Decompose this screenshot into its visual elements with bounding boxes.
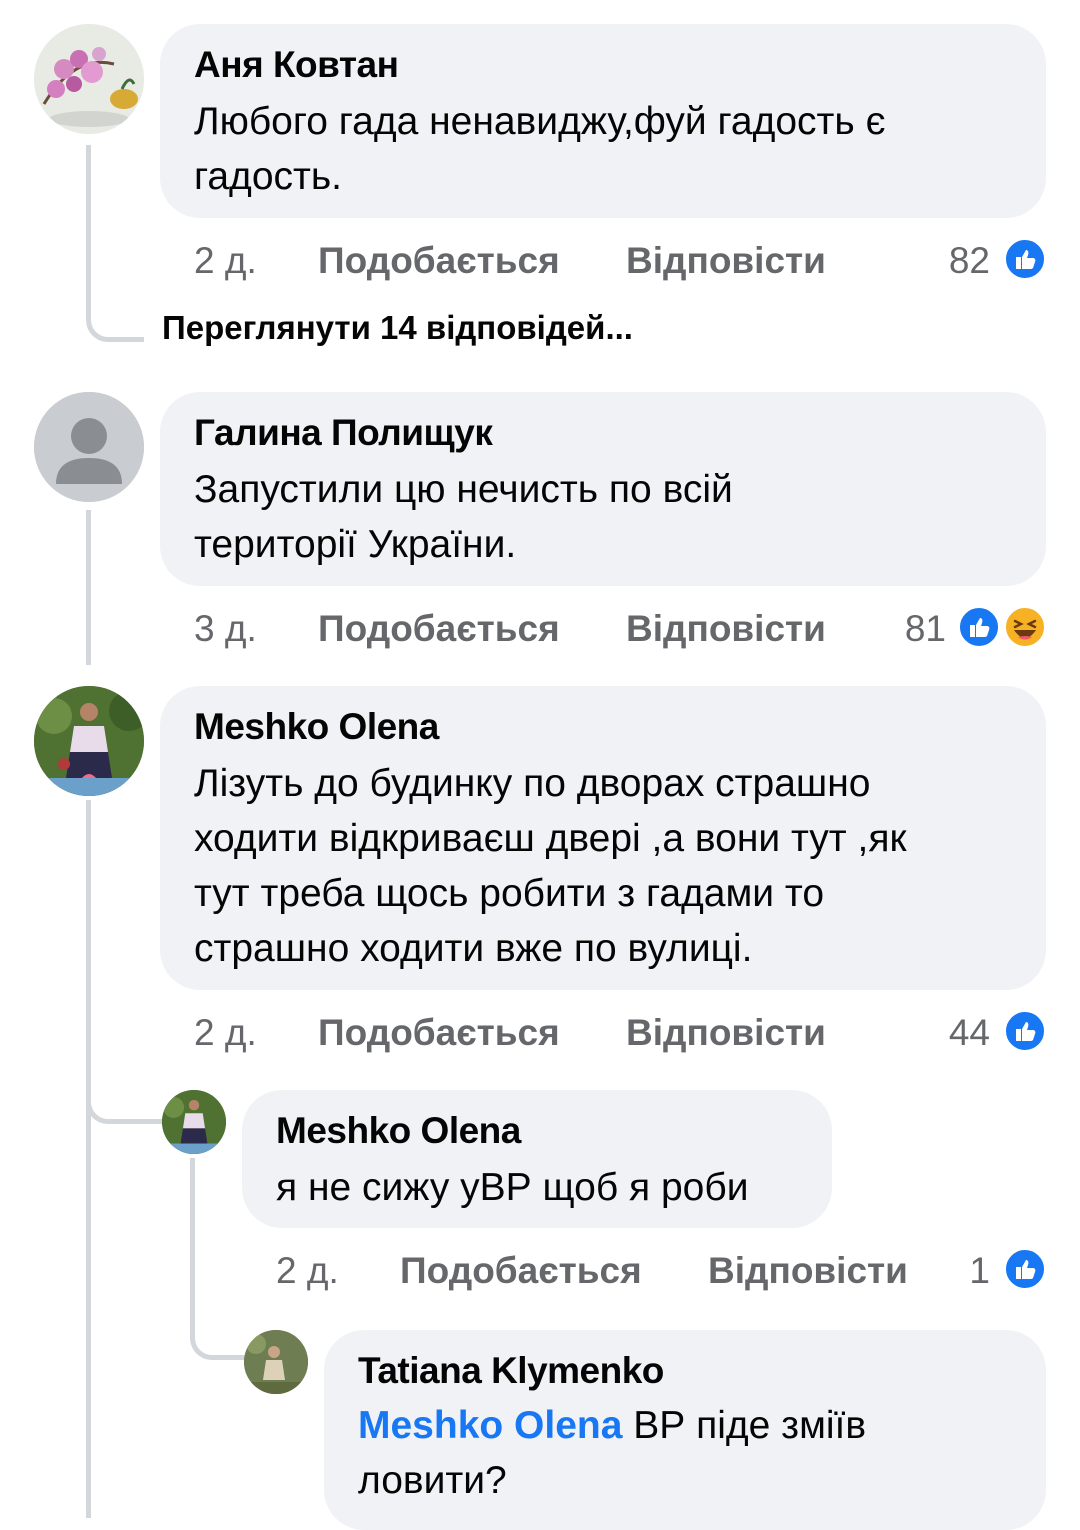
thread-line	[190, 1158, 195, 1318]
comment-text: Лізуть до будинку по дворах страшно ходи…	[194, 762, 907, 970]
avatar[interactable]	[244, 1330, 308, 1394]
thread-curve	[190, 1312, 248, 1360]
reaction-count[interactable]: 82	[930, 240, 990, 282]
avatar[interactable]	[34, 392, 144, 502]
comment-text: Запустили цю нечисть по всій території У…	[194, 468, 733, 566]
woman-photo-avatar-icon	[162, 1090, 226, 1154]
like-button[interactable]: Подобається	[318, 1012, 560, 1054]
avatar[interactable]	[162, 1090, 226, 1154]
comment-time[interactable]: 3 д.	[194, 608, 257, 650]
reply-button[interactable]: Відповісти	[626, 608, 826, 650]
thread-line	[86, 510, 91, 665]
like-icon	[1004, 238, 1046, 280]
comment-time[interactable]: 2 д.	[194, 1012, 257, 1054]
haha-icon	[1004, 606, 1046, 648]
reaction-count[interactable]: 81	[890, 608, 946, 650]
avatar[interactable]	[34, 24, 144, 134]
reply-author[interactable]: Meshko Olena	[276, 1110, 521, 1152]
reply-author[interactable]: Tatiana Klymenko	[358, 1350, 664, 1392]
thread-curve	[86, 1080, 162, 1124]
comment-text: Любого гада ненавиджу,фуй гадость є гадо…	[194, 100, 886, 198]
view-replies-link[interactable]: Переглянути 14 відповідей...	[162, 309, 633, 347]
comment-time[interactable]: 2 д.	[194, 240, 257, 282]
comment-author[interactable]: Аня Ковтан	[194, 44, 399, 86]
reply-button[interactable]: Відповісти	[626, 1012, 826, 1054]
reply-time[interactable]: 2 д.	[276, 1250, 339, 1292]
like-button[interactable]: Подобається	[318, 608, 560, 650]
like-button[interactable]: Подобається	[400, 1250, 642, 1292]
reaction-count[interactable]: 44	[930, 1012, 990, 1054]
like-icon	[1004, 1248, 1046, 1290]
thread-line	[86, 800, 91, 1518]
like-icon	[1004, 1010, 1046, 1052]
reply-button[interactable]: Відповісти	[626, 240, 826, 282]
like-button[interactable]: Подобається	[318, 240, 560, 282]
reply-text: я не сижу уВР щоб я роби	[276, 1166, 749, 1209]
comment-author[interactable]: Галина Полищук	[194, 412, 493, 454]
like-icon	[958, 606, 1000, 648]
mention-link[interactable]: Meshko Olena	[358, 1404, 622, 1447]
avatar[interactable]	[34, 686, 144, 796]
thread-curve	[86, 300, 144, 342]
flowers-avatar-icon	[34, 24, 144, 134]
woman-photo-avatar-icon	[34, 686, 144, 796]
person-photo-avatar-icon	[244, 1330, 308, 1394]
comment-author[interactable]: Meshko Olena	[194, 706, 439, 748]
reply-button[interactable]: Відповісти	[708, 1250, 908, 1292]
reaction-count[interactable]: 1	[950, 1250, 990, 1292]
thread-line	[86, 145, 91, 305]
default-user-icon	[34, 392, 144, 502]
reply-text: Meshko Olena ВР піде зміїв ловити?	[358, 1404, 867, 1502]
